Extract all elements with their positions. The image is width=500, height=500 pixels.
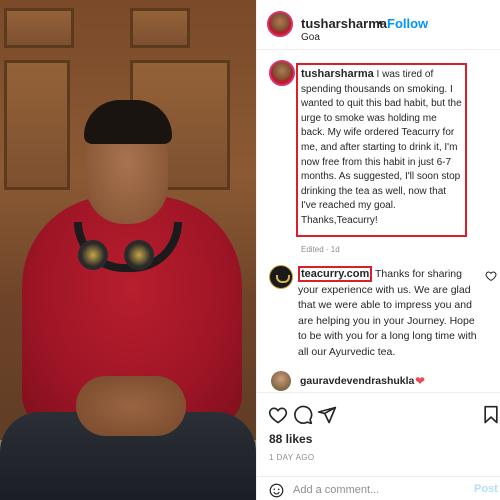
post-comment-button[interactable]: Post <box>474 483 498 495</box>
caption-meta: Edited · 1d <box>301 245 340 254</box>
post-details-panel: tusharsharma • Follow Goa tusharsharma I… <box>256 0 500 500</box>
follow-button[interactable]: Follow <box>387 16 428 31</box>
caption-avatar[interactable] <box>269 60 295 86</box>
caption-username[interactable]: tusharsharma <box>301 68 374 80</box>
door-panel <box>4 8 74 48</box>
comment-bubble-icon[interactable] <box>293 405 313 425</box>
caption-text: I was tired of spending thousands on smo… <box>301 69 462 226</box>
reply-username[interactable]: teacurry.com <box>298 266 373 282</box>
post-header: tusharsharma • Follow Goa <box>257 0 500 50</box>
emoji-icon[interactable] <box>269 483 284 498</box>
headphone-cup <box>124 240 154 270</box>
share-send-icon[interactable] <box>317 405 337 425</box>
post-date: 1 DAY AGO <box>269 453 315 462</box>
liker-avatar[interactable] <box>271 371 291 391</box>
door-panel <box>4 60 70 190</box>
profile-avatar[interactable] <box>267 11 293 37</box>
save-bookmark-icon[interactable] <box>481 405 500 425</box>
separator-dot: • <box>378 15 383 30</box>
like-heart-icon[interactable] <box>268 405 288 425</box>
header-username[interactable]: tusharsharma <box>301 16 387 31</box>
liker-username[interactable]: gauravdevendrashukla <box>300 375 414 387</box>
teacurry-logo-icon[interactable] <box>269 265 293 289</box>
headphone-cup <box>78 240 108 270</box>
location-link[interactable]: Goa <box>301 32 320 43</box>
comment-input[interactable] <box>293 482 453 498</box>
post-photo <box>0 0 256 500</box>
reply-text-block: teacurry.com Thanks for sharing your exp… <box>298 266 482 360</box>
door-panel <box>130 8 190 48</box>
like-comment-heart-icon[interactable] <box>485 270 497 282</box>
likes-count[interactable]: 88 likes <box>269 432 312 446</box>
add-comment-bar: Post <box>257 476 500 500</box>
liked-by-row: gauravdevendrashukla ❤ <box>257 370 500 392</box>
red-heart-icon: ❤ <box>415 374 426 388</box>
clasped-hands <box>76 376 186 436</box>
caption-text-box: tusharsharma I was tired of spending tho… <box>296 63 467 237</box>
